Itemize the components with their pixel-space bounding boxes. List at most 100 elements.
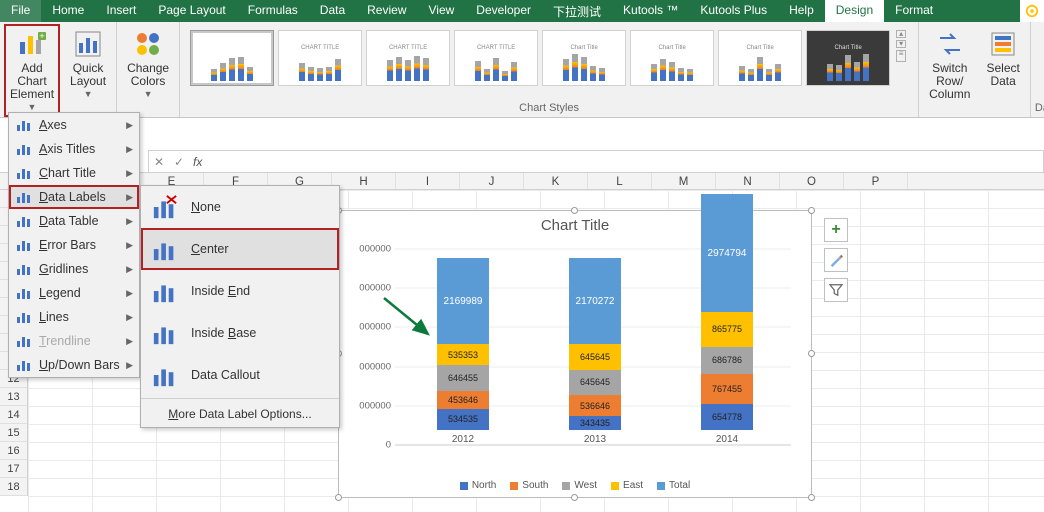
tab-insert[interactable]: Insert bbox=[95, 0, 147, 22]
chart-style-thumb-7[interactable]: Chart Title bbox=[718, 30, 802, 86]
submenu-inside-base[interactable]: Inside Base bbox=[141, 312, 339, 354]
row-header-14[interactable]: 14 bbox=[0, 406, 27, 424]
bar-segment-east[interactable]: 865775 bbox=[701, 312, 753, 346]
share-icon[interactable] bbox=[1020, 0, 1044, 22]
label-pos-icon bbox=[151, 319, 179, 347]
change-colors-label: Change Colors bbox=[127, 62, 169, 88]
col-header-M[interactable]: M bbox=[652, 173, 716, 189]
tab-design[interactable]: Design bbox=[825, 0, 884, 22]
bar-segment-south[interactable]: 536646 bbox=[569, 395, 621, 416]
chart-styles-button[interactable] bbox=[824, 248, 848, 272]
col-header-H[interactable]: H bbox=[332, 173, 396, 189]
chart-filters-button[interactable] bbox=[824, 278, 848, 302]
tab-data[interactable]: Data bbox=[309, 0, 356, 22]
menu-lines[interactable]: Lines▶ bbox=[9, 305, 139, 329]
enter-icon[interactable]: ✓ bbox=[169, 155, 189, 169]
col-header-L[interactable]: L bbox=[588, 173, 652, 189]
row-header-13[interactable]: 13 bbox=[0, 388, 27, 406]
menu-legend[interactable]: Legend▶ bbox=[9, 281, 139, 305]
tab-formulas[interactable]: Formulas bbox=[237, 0, 309, 22]
legend-item-south[interactable]: South bbox=[510, 480, 548, 491]
chart-style-thumb-2[interactable]: CHART TITLE bbox=[278, 30, 362, 86]
tab-developer[interactable]: Developer bbox=[465, 0, 542, 22]
menu-axis-titles[interactable]: Axis Titles▶ bbox=[9, 137, 139, 161]
chart-legend[interactable]: North South West East Total bbox=[339, 480, 811, 491]
legend-item-east[interactable]: East bbox=[611, 480, 643, 491]
tab-file[interactable]: File bbox=[0, 0, 41, 22]
label-pos-icon bbox=[151, 361, 179, 389]
chart-elements-button[interactable]: + bbox=[824, 218, 848, 242]
bar-segment-south[interactable]: 767455 bbox=[701, 374, 753, 404]
bar-segment-total[interactable]: 2974794 bbox=[701, 194, 753, 312]
tab-page-layout[interactable]: Page Layout bbox=[147, 0, 236, 22]
tab-kutools-plus[interactable]: Kutools Plus bbox=[689, 0, 778, 22]
bar-segment-north[interactable]: 534535 bbox=[437, 409, 489, 430]
chart-category-2014[interactable]: 65477876745568678686577529747942014 bbox=[687, 194, 767, 445]
chart-style-thumb-5[interactable]: Chart Title bbox=[542, 30, 626, 86]
switch-row-column-button[interactable]: Switch Row/ Column bbox=[923, 24, 976, 117]
col-header-K[interactable]: K bbox=[524, 173, 588, 189]
tab--[interactable]: 下拉测试 bbox=[542, 0, 612, 22]
bar-segment-west[interactable]: 645645 bbox=[569, 370, 621, 396]
tab-view[interactable]: View bbox=[418, 0, 466, 22]
menu-data-labels[interactable]: Data Labels▶ bbox=[9, 185, 139, 209]
col-header-I[interactable]: I bbox=[396, 173, 460, 189]
tab-format[interactable]: Format bbox=[884, 0, 944, 22]
legend-item-north[interactable]: North bbox=[460, 480, 496, 491]
bar-segment-east[interactable]: 535353 bbox=[437, 344, 489, 365]
submenu-data-callout[interactable]: Data Callout bbox=[141, 354, 339, 396]
row-header-17[interactable]: 17 bbox=[0, 460, 27, 478]
bar-segment-total[interactable]: 2169989 bbox=[437, 258, 489, 344]
row-header-16[interactable]: 16 bbox=[0, 442, 27, 460]
chart-style-thumb-3[interactable]: CHART TITLE bbox=[366, 30, 450, 86]
bars-icon bbox=[15, 333, 33, 349]
tab-review[interactable]: Review bbox=[356, 0, 417, 22]
col-header-J[interactable]: J bbox=[460, 173, 524, 189]
chart-plot-area[interactable]: 53453545364664645553535321699892012 34343… bbox=[397, 249, 791, 445]
change-colors-button[interactable]: Change Colors ▼ bbox=[121, 24, 175, 105]
menu-error-bars[interactable]: Error Bars▶ bbox=[9, 233, 139, 257]
chart-style-thumb-4[interactable]: CHART TITLE bbox=[454, 30, 538, 86]
chart-style-thumb-6[interactable]: Chart Title bbox=[630, 30, 714, 86]
bar-segment-north[interactable]: 343435 bbox=[569, 416, 621, 430]
tab-home[interactable]: Home bbox=[41, 0, 95, 22]
menu-data-table[interactable]: Data Table▶ bbox=[9, 209, 139, 233]
submenu-center[interactable]: Center bbox=[141, 228, 339, 270]
menu-gridlines[interactable]: Gridlines▶ bbox=[9, 257, 139, 281]
chart-category-2012[interactable]: 53453545364664645553535321699892012 bbox=[423, 258, 503, 445]
legend-item-total[interactable]: Total bbox=[657, 480, 690, 491]
cancel-icon[interactable]: ✕ bbox=[149, 155, 169, 169]
fx-label[interactable]: fx bbox=[189, 155, 206, 169]
menu-axes[interactable]: Axes▶ bbox=[9, 113, 139, 137]
menu-label: Trendline bbox=[39, 334, 91, 348]
add-chart-element-button[interactable]: + Add Chart Element ▼ bbox=[4, 24, 60, 117]
menu-chart-title[interactable]: Chart Title▶ bbox=[9, 161, 139, 185]
col-header-N[interactable]: N bbox=[716, 173, 780, 189]
col-header-O[interactable]: O bbox=[780, 173, 844, 189]
legend-item-west[interactable]: West bbox=[562, 480, 597, 491]
chart-object[interactable]: Chart Title 0000000000000000000000000000… bbox=[338, 210, 812, 498]
add-chart-element-menu: Axes▶Axis Titles▶Chart Title▶Data Labels… bbox=[8, 112, 140, 378]
submenu-inside-end[interactable]: Inside End bbox=[141, 270, 339, 312]
row-header-15[interactable]: 15 bbox=[0, 424, 27, 442]
bar-segment-north[interactable]: 654778 bbox=[701, 404, 753, 430]
menu-up-down-bars[interactable]: Up/Down Bars▶ bbox=[9, 353, 139, 377]
select-data-button[interactable]: Select Data bbox=[980, 24, 1025, 117]
bar-segment-total[interactable]: 2170272 bbox=[569, 258, 621, 344]
submenu-none[interactable]: None bbox=[141, 186, 339, 228]
tab-help[interactable]: Help bbox=[778, 0, 825, 22]
col-header-P[interactable]: P bbox=[844, 173, 908, 189]
tab-kutools-[interactable]: Kutools ™ bbox=[612, 0, 689, 22]
quick-layout-button[interactable]: Quick Layout ▼ bbox=[64, 24, 112, 117]
bar-segment-south[interactable]: 453646 bbox=[437, 391, 489, 409]
chart-category-2013[interactable]: 34343553664664564564564521702722013 bbox=[555, 258, 635, 445]
chart-style-thumb-8[interactable]: Chart Title bbox=[806, 30, 890, 86]
bar-segment-east[interactable]: 645645 bbox=[569, 344, 621, 370]
bar-segment-west[interactable]: 646455 bbox=[437, 365, 489, 391]
chart-style-gallery[interactable]: CHART TITLECHART TITLECHART TITLEChart T… bbox=[184, 24, 914, 86]
row-header-18[interactable]: 18 bbox=[0, 478, 27, 496]
chart-style-thumb-1[interactable] bbox=[190, 30, 274, 86]
style-gallery-dropdown[interactable]: ▴▾≡ bbox=[894, 30, 908, 62]
bar-segment-west[interactable]: 686786 bbox=[701, 347, 753, 374]
more-data-label-options[interactable]: More Data Label Options... bbox=[141, 401, 339, 427]
